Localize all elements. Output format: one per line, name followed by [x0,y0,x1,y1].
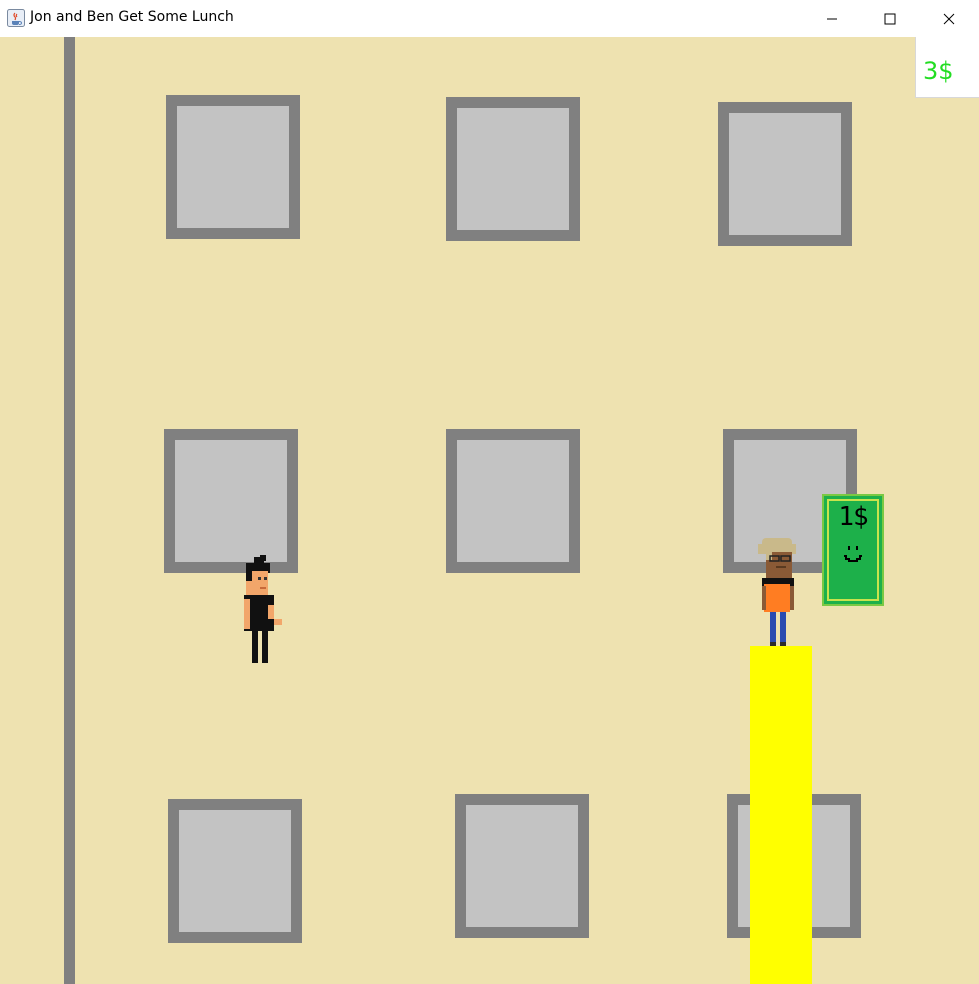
java-app-icon [7,9,25,27]
minimize-icon [827,18,837,19]
building-window [168,799,302,943]
bill-value: 1$ [838,502,868,532]
ben-sprite-icon [758,538,796,646]
minimize-button[interactable] [809,0,855,37]
title-bar: Jon and Ben Get Some Lunch [0,0,979,37]
close-icon [943,13,955,24]
building-window [455,794,589,938]
lamp-pole [64,37,75,984]
dollar-bill-pickup: 1$ [822,494,884,606]
smiley-face-icon [844,546,862,562]
maximize-icon [884,13,896,24]
building-window [446,97,580,241]
building-window [164,429,298,573]
window-title: Jon and Ben Get Some Lunch [30,9,234,25]
yellow-platform [750,646,812,984]
game-canvas[interactable]: 1$ 3$ [0,37,979,984]
building-window [718,102,852,246]
maximize-button[interactable] [867,0,913,37]
money-amount: 3$ [923,57,954,85]
close-button[interactable] [926,0,972,37]
jon-sprite-icon [244,555,282,663]
building-window [446,429,580,573]
money-counter: 3$ [915,37,979,98]
building-window [166,95,300,239]
